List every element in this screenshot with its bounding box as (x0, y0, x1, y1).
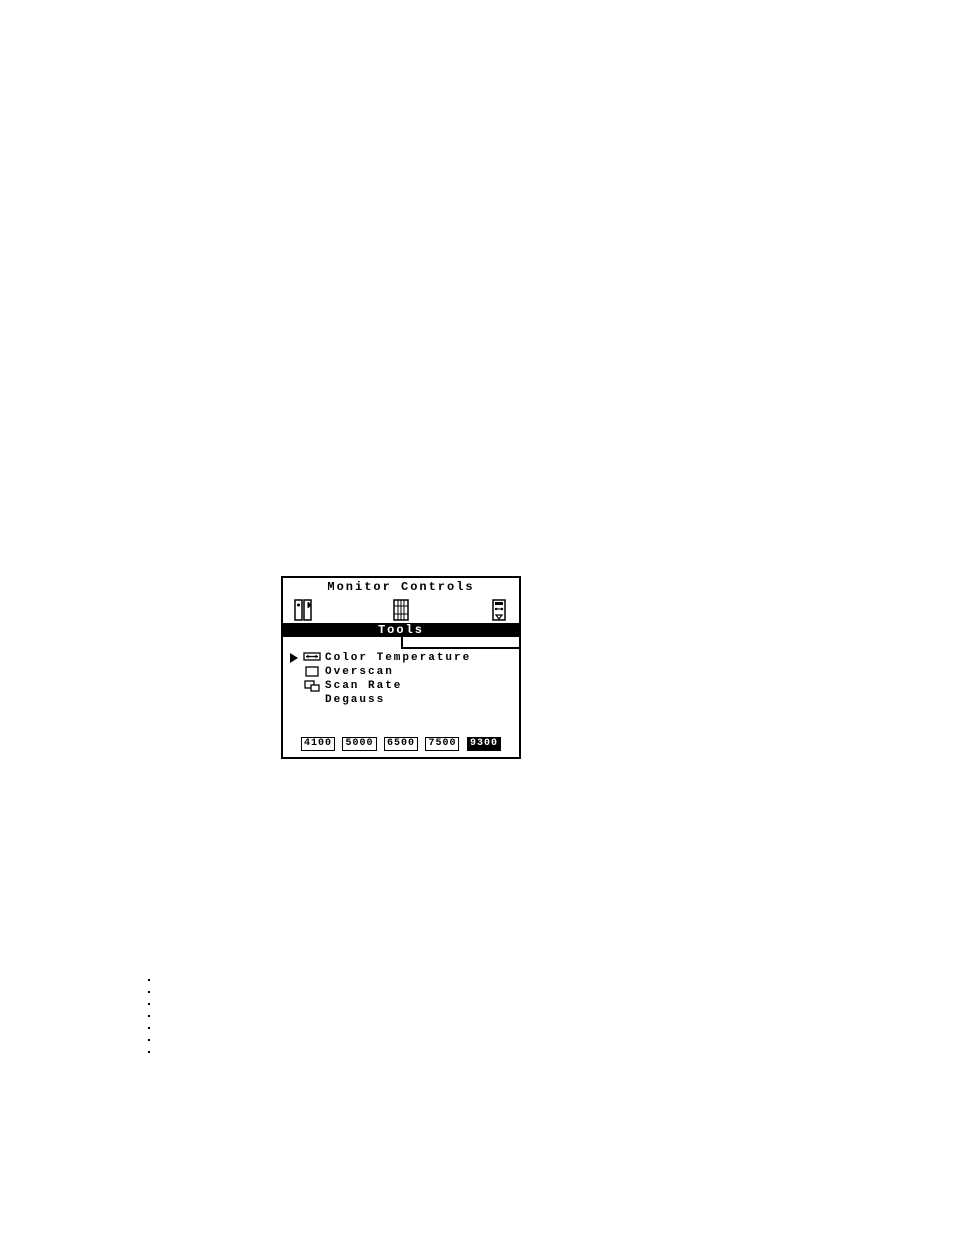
tab-icon-row (283, 596, 519, 623)
menu-item-degauss[interactable]: Degauss (287, 693, 515, 707)
scan-rate-icon (301, 680, 323, 692)
menu-item-label: Color Temperature (323, 652, 471, 665)
title-bar-notch (401, 637, 519, 649)
section-title: Tools (283, 623, 519, 637)
menu-list: Color Temperature Overscan (283, 637, 519, 737)
pointer-icon (287, 653, 301, 663)
option-4100[interactable]: 4100 (301, 737, 335, 751)
option-6500[interactable]: 6500 (384, 737, 418, 751)
overscan-icon (301, 666, 323, 678)
menu-item-color-temperature[interactable]: Color Temperature (287, 651, 515, 665)
option-7500[interactable]: 7500 (425, 737, 459, 751)
monitor-controls-window: Monitor Controls (281, 576, 521, 759)
section-title-bar: Tools (283, 623, 519, 637)
color-temp-options: 4100 5000 6500 7500 9300 (283, 737, 519, 757)
menu-item-label: Degauss (323, 694, 385, 707)
option-9300[interactable]: 9300 (467, 737, 501, 751)
menu-item-label: Scan Rate (323, 680, 402, 693)
geometry-tab[interactable] (391, 598, 411, 622)
menu-item-overscan[interactable]: Overscan (287, 665, 515, 679)
color-temp-icon (301, 652, 323, 664)
option-5000[interactable]: 5000 (342, 737, 376, 751)
tools-tab[interactable] (489, 598, 509, 622)
menu-item-scan-rate[interactable]: Scan Rate (287, 679, 515, 693)
decorative-dot-strip (148, 979, 150, 1053)
menu-item-label: Overscan (323, 666, 394, 679)
window-title: Monitor Controls (283, 578, 519, 596)
brightness-contrast-tab[interactable] (293, 598, 313, 622)
